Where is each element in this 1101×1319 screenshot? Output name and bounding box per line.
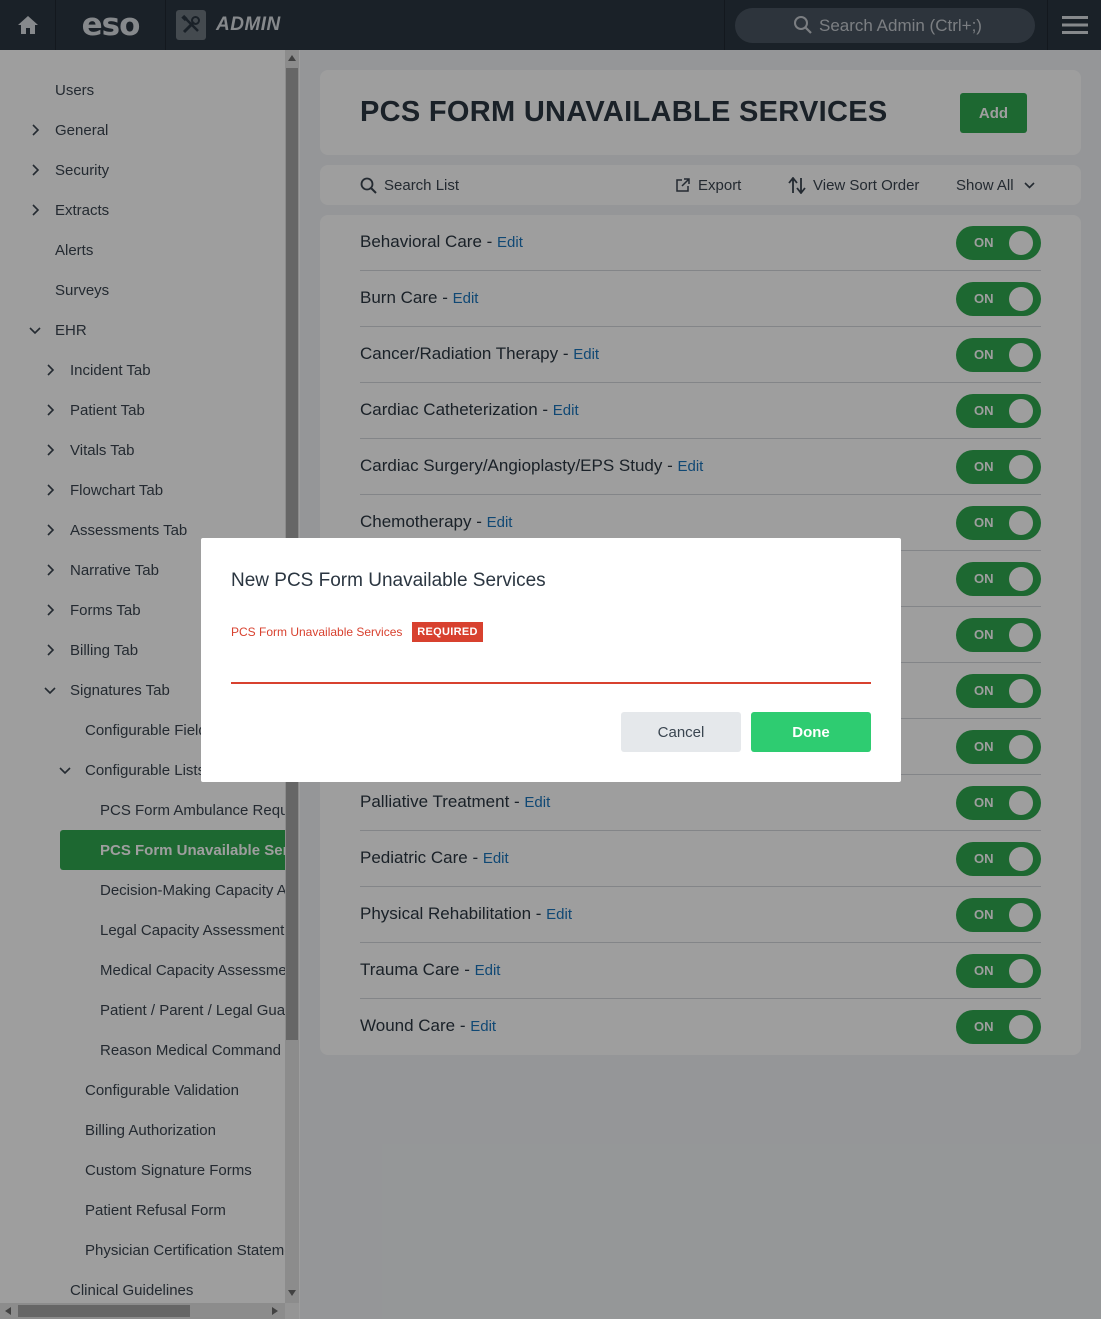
field-label: PCS Form Unavailable Services bbox=[231, 625, 403, 639]
dialog-title: New PCS Form Unavailable Services bbox=[231, 570, 546, 591]
unavailable-service-input[interactable] bbox=[231, 656, 871, 684]
cancel-button[interactable]: Cancel bbox=[621, 712, 741, 752]
required-badge: REQUIRED bbox=[412, 622, 483, 642]
done-button[interactable]: Done bbox=[751, 712, 871, 752]
new-item-dialog: New PCS Form Unavailable Services PCS Fo… bbox=[201, 538, 901, 782]
